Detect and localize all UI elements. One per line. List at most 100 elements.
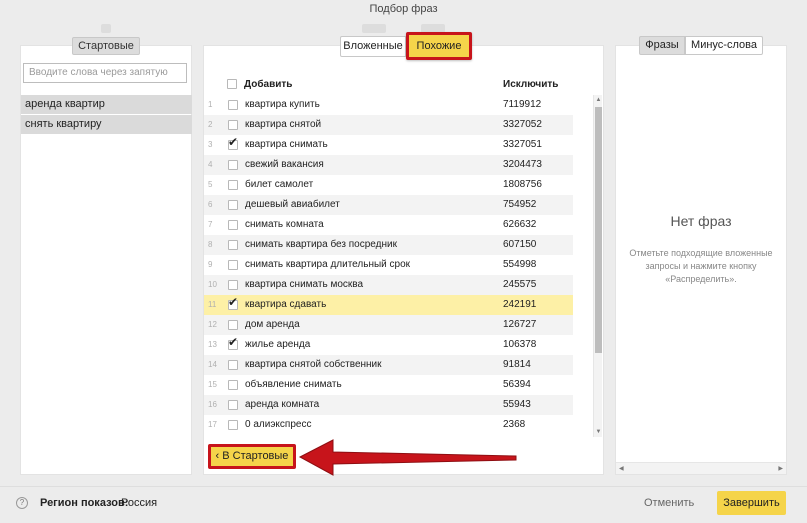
phrase-text: билет самолет: [245, 179, 314, 190]
phrase-checkbox[interactable]: [228, 180, 238, 190]
phrase-row[interactable]: 12 дом аренда 126727: [204, 315, 573, 335]
scroll-left-icon[interactable]: ◀: [619, 465, 624, 472]
phrase-text: свежий вакансия: [245, 159, 324, 170]
add-column-header: Добавить: [244, 79, 293, 90]
horizontal-scrollbar[interactable]: ◀ ▶: [616, 462, 786, 474]
phrase-row[interactable]: 9 снимать квартира длительный срок 554998: [204, 255, 573, 275]
row-number: 10: [208, 280, 217, 289]
phrase-row[interactable]: 4 свежий вакансия 3204473: [204, 155, 573, 175]
phrase-row[interactable]: 11 ✔ квартира сдавать 242191: [204, 295, 573, 315]
phrase-checkbox[interactable]: [228, 380, 238, 390]
row-number: 7: [208, 220, 213, 229]
phrase-count: 126727: [503, 319, 537, 330]
start-phrase-item[interactable]: аренда квартир: [21, 95, 192, 114]
faint-marker: [101, 24, 111, 33]
empty-state-description: Отметьте подходящие вложенные запросы и …: [629, 248, 773, 284]
tab-phrases[interactable]: Фразы: [639, 36, 685, 55]
phrase-row[interactable]: 16 аренда комната 55943: [204, 395, 573, 415]
phrase-text: жилье аренда: [245, 339, 311, 350]
row-number: 6: [208, 200, 213, 209]
help-icon[interactable]: ?: [16, 497, 28, 509]
region-value[interactable]: Россия: [121, 497, 157, 509]
phrase-checkbox[interactable]: [228, 240, 238, 250]
phrase-count: 1808756: [503, 179, 542, 190]
row-number: 14: [208, 360, 217, 369]
phrase-count: 91814: [503, 359, 531, 370]
checkmark-icon: ✔: [228, 335, 239, 349]
phrase-checkbox[interactable]: ✔: [228, 336, 238, 350]
phrase-checkbox[interactable]: [228, 120, 238, 130]
start-phrases-tab[interactable]: Стартовые: [72, 37, 140, 55]
back-button-label: В Стартовые: [222, 450, 289, 462]
phrase-row[interactable]: 7 снимать комната 626632: [204, 215, 573, 235]
phrase-checkbox[interactable]: [228, 220, 238, 230]
phrase-checkbox[interactable]: ✔: [228, 296, 238, 310]
select-all-checkbox[interactable]: [227, 79, 237, 89]
checkmark-icon: ✔: [228, 295, 239, 309]
empty-state-title: Нет фраз: [670, 213, 732, 229]
row-number: 17: [208, 420, 217, 429]
phrase-count: 626632: [503, 219, 537, 230]
finish-button[interactable]: Завершить: [717, 491, 786, 515]
tab-minus-words[interactable]: Минус-слова: [685, 36, 763, 55]
row-number: 3: [208, 140, 213, 149]
cancel-button[interactable]: Отменить: [644, 497, 694, 509]
phrase-row[interactable]: 5 билет самолет 1808756: [204, 175, 573, 195]
row-number: 2: [208, 120, 213, 129]
row-number: 15: [208, 380, 217, 389]
scroll-up-icon[interactable]: ▲: [594, 96, 603, 104]
phrase-text: 0 алиэкспресс: [245, 419, 312, 430]
phrase-checkbox[interactable]: [228, 200, 238, 210]
phrase-row[interactable]: 10 квартира снимать москва 245575: [204, 275, 573, 295]
phrases-scrollbar[interactable]: ▲ ▼: [593, 95, 602, 437]
chevron-left-icon: ‹: [215, 450, 220, 462]
row-number: 12: [208, 320, 217, 329]
checkmark-icon: ✔: [228, 135, 239, 149]
phrase-text: аренда комната: [245, 399, 320, 410]
row-number: 4: [208, 160, 213, 169]
phrase-count: 2368: [503, 419, 526, 430]
phrase-count: 607150: [503, 239, 537, 250]
phrase-checkbox[interactable]: [228, 320, 238, 330]
phrase-count: 3327052: [503, 119, 542, 130]
phrase-count: 7119912: [503, 99, 542, 110]
scroll-thumb[interactable]: [595, 107, 602, 353]
region-label: Регион показов:: [40, 497, 129, 509]
phrase-text: дешевый авиабилет: [245, 199, 340, 210]
start-phrase-item[interactable]: снять квартиру: [21, 115, 192, 134]
phrase-count: 3327051: [503, 139, 542, 150]
phrase-count: 55943: [503, 399, 531, 410]
row-number: 9: [208, 260, 213, 269]
phrase-input[interactable]: Вводите слова через запятую: [23, 63, 187, 83]
phrase-row[interactable]: 15 объявление снимать 56394: [204, 375, 573, 395]
phrase-row[interactable]: 6 дешевый авиабилет 754952: [204, 195, 573, 215]
phrase-checkbox[interactable]: [228, 280, 238, 290]
phrase-count: 554998: [503, 259, 537, 270]
phrase-row[interactable]: 14 квартира снятой собственник 91814: [204, 355, 573, 375]
phrase-text: объявление снимать: [245, 379, 342, 390]
tab-nested[interactable]: Вложенные: [340, 36, 406, 57]
phrase-checkbox[interactable]: [228, 400, 238, 410]
phrase-checkbox[interactable]: [228, 420, 238, 430]
tab-similar[interactable]: Похожие: [406, 32, 472, 60]
phrase-checkbox[interactable]: [228, 260, 238, 270]
back-to-start-button[interactable]: ‹ В Стартовые: [208, 444, 296, 469]
phrase-checkbox[interactable]: [228, 100, 238, 110]
phrase-text: квартира сдавать: [245, 299, 327, 310]
phrase-text: квартира снятой собственник: [245, 359, 382, 370]
phrase-checkbox[interactable]: ✔: [228, 136, 238, 150]
row-number: 1: [208, 100, 213, 109]
phrase-text: квартира снимать: [245, 139, 328, 150]
phrase-row[interactable]: 17 0 алиэкспресс 2368: [204, 415, 573, 435]
phrase-text: квартира снимать москва: [245, 279, 364, 290]
phrase-row[interactable]: 1 квартира купить 7119912: [204, 95, 573, 115]
phrase-row[interactable]: 2 квартира снятой 3327052: [204, 115, 573, 135]
phrase-checkbox[interactable]: [228, 360, 238, 370]
scroll-right-icon[interactable]: ▶: [778, 465, 783, 472]
phrase-text: квартира купить: [245, 99, 320, 110]
scroll-down-icon[interactable]: ▼: [594, 428, 603, 436]
phrase-checkbox[interactable]: [228, 160, 238, 170]
phrase-row[interactable]: 3 ✔ квартира снимать 3327051: [204, 135, 573, 155]
phrase-row[interactable]: 8 снимать квартира без посредник 607150: [204, 235, 573, 255]
phrase-row[interactable]: 13 ✔ жилье аренда 106378: [204, 335, 573, 355]
